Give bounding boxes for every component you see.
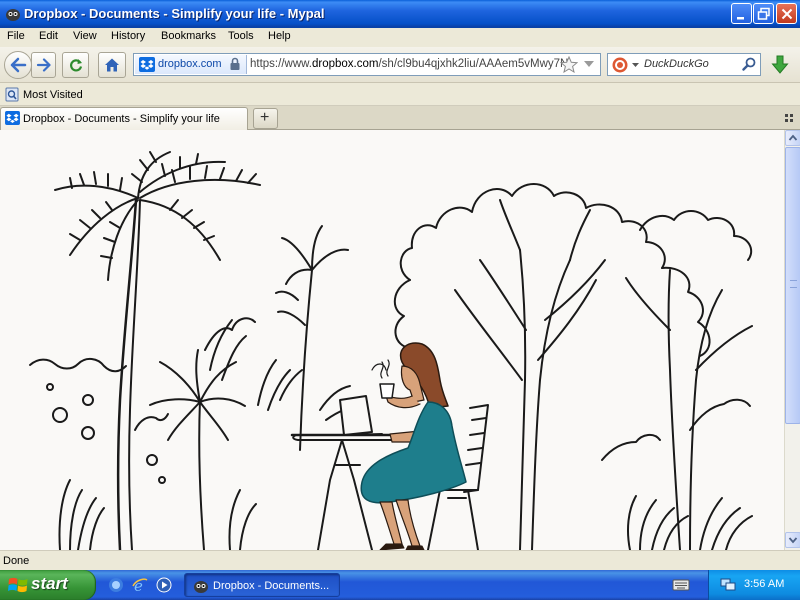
url-path: /sh/cl9bu4qjxhk2liu/AAAem5vMwy7N — [378, 58, 569, 70]
url-dropdown-icon[interactable] — [584, 61, 594, 67]
list-all-tabs-icon[interactable] — [784, 113, 794, 123]
menu-bookmarks[interactable]: Bookmarks — [161, 30, 216, 42]
shrubs — [204, 317, 363, 421]
menu-help[interactable]: Help — [268, 30, 291, 42]
quicklaunch-ie-icon[interactable]: e — [132, 577, 148, 593]
search-box[interactable]: DuckDuckGo — [607, 53, 761, 76]
mypal-icon — [6, 9, 20, 21]
forward-arrow-icon — [36, 58, 51, 72]
windows-logo-icon — [8, 577, 28, 593]
back-button[interactable] — [4, 51, 32, 79]
keyboard-language-icon[interactable] — [672, 578, 690, 592]
hero-illustration — [29, 151, 753, 550]
quicklaunch-mypal-icon[interactable] — [108, 577, 124, 593]
duckduckgo-icon[interactable] — [612, 57, 628, 73]
grass-left — [58, 319, 257, 550]
search-icon[interactable] — [742, 57, 757, 72]
lock-icon — [230, 57, 240, 70]
tall-plant — [275, 225, 349, 451]
right-tree — [625, 210, 753, 550]
scroll-grip — [790, 280, 797, 288]
star-icon[interactable] — [560, 56, 578, 73]
page-content[interactable] — [0, 130, 784, 550]
reload-icon — [69, 59, 82, 72]
laptop — [339, 395, 383, 436]
url-prefix: https://www. — [250, 58, 312, 70]
close-icon — [781, 8, 793, 20]
minimize-icon — [737, 17, 744, 20]
tab-dropbox[interactable]: Dropbox - Documents - Simplify your life — [0, 107, 248, 130]
start-button[interactable]: start — [0, 570, 96, 600]
scroll-down-button[interactable] — [785, 532, 800, 548]
reload-button[interactable] — [62, 52, 89, 78]
address-bar[interactable]: dropbox.com https://www.dropbox.com/sh/c… — [133, 53, 601, 76]
restore-icon — [757, 7, 770, 20]
home-icon — [105, 58, 119, 72]
url-text[interactable]: https://www.dropbox.com/sh/cl9bu4qjxhk2l… — [250, 58, 570, 70]
new-tab-button[interactable]: + — [253, 108, 278, 129]
palm-tree — [54, 151, 261, 550]
window-title: Dropbox - Documents - Simplify your life… — [24, 6, 325, 21]
bookmarks-toolbar: Most Visited — [0, 84, 800, 106]
dropbox-icon — [5, 111, 20, 125]
quicklaunch-media-player-icon[interactable] — [156, 577, 172, 593]
restore-button[interactable] — [753, 3, 774, 24]
menu-history[interactable]: History — [111, 30, 145, 42]
dropbox-icon — [139, 57, 155, 72]
url-host: dropbox.com — [312, 58, 379, 70]
big-tree — [394, 183, 711, 550]
taskbar-dropbox-window[interactable]: Dropbox - Documents... — [184, 573, 340, 597]
search-engine-dropdown-icon[interactable] — [632, 63, 639, 67]
menu-bar: File Edit View History Bookmarks Tools H… — [0, 28, 800, 47]
taskbar: start e Dropbox - Documents... 3:56 AM — [0, 570, 800, 600]
vertical-scrollbar[interactable] — [784, 130, 800, 550]
scroll-down-arrow-icon — [788, 537, 798, 544]
menu-file[interactable]: File — [7, 30, 25, 42]
floating-circles — [29, 358, 169, 484]
home-button[interactable] — [98, 52, 126, 78]
taskbar-item-label: Dropbox - Documents... — [213, 580, 330, 592]
menu-edit[interactable]: Edit — [39, 30, 58, 42]
minimize-button[interactable] — [731, 3, 752, 24]
most-visited-link[interactable]: Most Visited — [23, 89, 83, 101]
close-button[interactable] — [776, 3, 797, 24]
back-arrow-icon — [10, 57, 27, 73]
identity-domain: dropbox.com — [158, 58, 222, 70]
clock[interactable]: 3:56 AM — [744, 578, 784, 590]
forward-button[interactable] — [31, 52, 56, 78]
status-bar: Done — [0, 550, 800, 570]
plus-icon: + — [260, 109, 270, 126]
menu-tools[interactable]: Tools — [228, 30, 254, 42]
status-text: Done — [3, 555, 30, 567]
download-arrow-icon[interactable] — [766, 53, 794, 77]
browser-window: Dropbox - Documents - Simplify your life… — [0, 0, 800, 570]
scroll-up-arrow-icon — [788, 134, 798, 141]
woman-drinking-coffee — [360, 342, 467, 550]
scroll-up-button[interactable] — [785, 130, 800, 146]
scroll-thumb[interactable] — [785, 147, 800, 424]
most-visited-folder-icon — [5, 87, 19, 102]
start-label: start — [31, 574, 68, 593]
system-tray: 3:56 AM — [708, 570, 800, 600]
tab-label: Dropbox - Documents - Simplify your life — [23, 113, 220, 125]
site-identity[interactable]: dropbox.com — [135, 55, 247, 74]
tab-strip: Dropbox - Documents - Simplify your life… — [0, 106, 800, 130]
mypal-icon — [194, 581, 208, 593]
network-icon[interactable] — [720, 578, 736, 592]
title-bar[interactable]: Dropbox - Documents - Simplify your life… — [0, 0, 800, 28]
search-placeholder: DuckDuckGo — [644, 58, 709, 70]
navigation-toolbar: dropbox.com https://www.dropbox.com/sh/c… — [0, 47, 800, 83]
menu-view[interactable]: View — [73, 30, 97, 42]
right-shrubs — [601, 398, 753, 550]
